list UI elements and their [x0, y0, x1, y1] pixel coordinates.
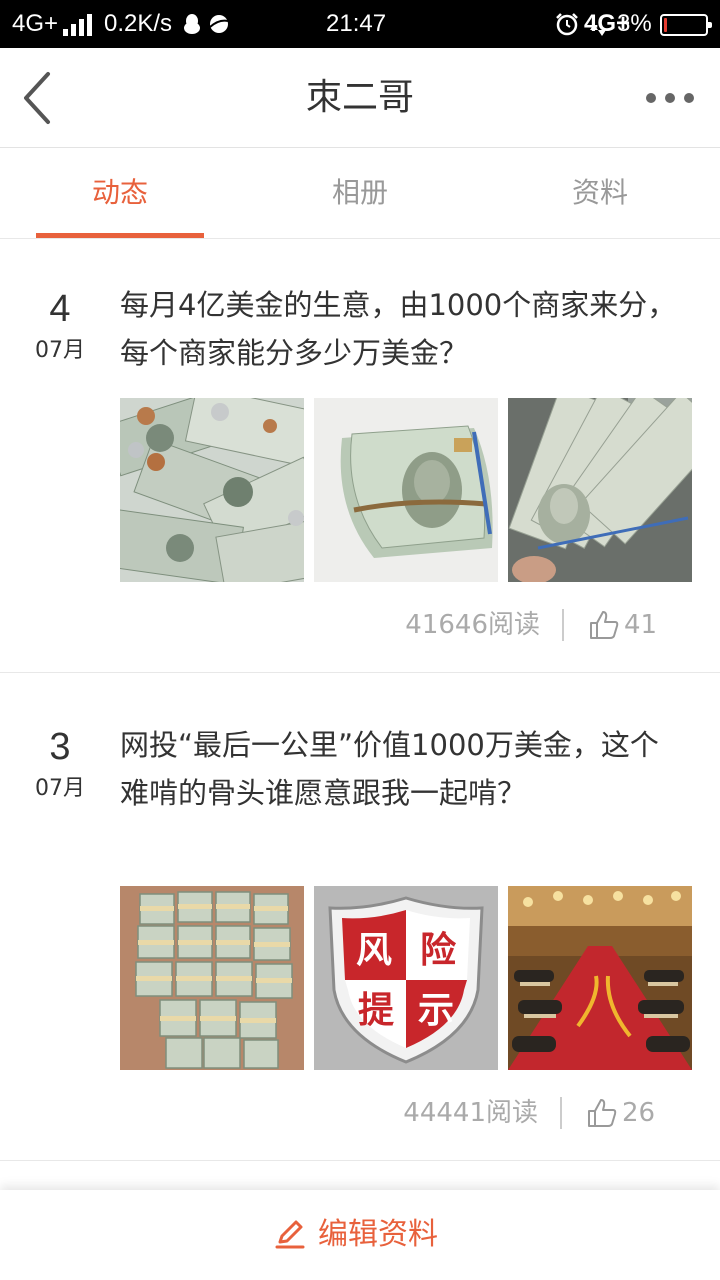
- money-pile-image[interactable]: [120, 398, 304, 582]
- back-arrow-icon[interactable]: [14, 66, 68, 130]
- risk-badge-char: 险: [420, 930, 457, 971]
- signal-icon: [63, 14, 93, 36]
- post-images: [120, 398, 694, 582]
- risk-warning-shield-image[interactable]: 风 险 提 示: [314, 886, 498, 1070]
- stats-divider: [562, 609, 564, 641]
- network-type: 4G+: [12, 10, 59, 37]
- clock: 21:47: [326, 10, 387, 37]
- post-title[interactable]: 网投“最后一公里”价值1000万美金，这个难啃的骨头谁愿意跟我一起啃？: [120, 721, 680, 817]
- page-title: 朿二哥: [305, 77, 414, 118]
- casino-floor-image[interactable]: [508, 886, 692, 1070]
- read-count: 44441阅读: [403, 1098, 538, 1128]
- tab-album[interactable]: 相册: [240, 148, 480, 238]
- post-day: 4: [49, 288, 71, 330]
- risk-badge-char: 示: [418, 990, 454, 1031]
- more-options-icon[interactable]: [640, 78, 700, 118]
- tab-profile[interactable]: 资料: [480, 148, 720, 238]
- network-speed: 0.2K/s: [104, 10, 173, 37]
- edit-profile-button[interactable]: 编辑资料: [260, 1212, 460, 1258]
- pencil-icon: [275, 1220, 305, 1249]
- rolled-100-dollar-bills-image[interactable]: [314, 398, 498, 582]
- stats-divider: [560, 1097, 562, 1129]
- bottom-bar: 编辑资料: [0, 1190, 720, 1280]
- post-month: 07月: [35, 338, 85, 363]
- risk-badge-char: 风: [356, 930, 392, 971]
- thumbs-up-icon[interactable]: [588, 609, 620, 641]
- post-stats: 41646阅读 41: [364, 605, 664, 645]
- battery-fill: [664, 18, 667, 32]
- data-arrows-icon: [590, 24, 606, 36]
- post-day: 3: [49, 726, 71, 768]
- post-title[interactable]: 每月4亿美金的生意，由1000个商家来分，每个商家能分多少万美金？: [120, 281, 680, 377]
- status-bar: 4G+ 0.2K/s 21:47 4G+ 3%: [0, 0, 720, 48]
- like-count: 26: [622, 1098, 656, 1128]
- post-stats: 44441阅读 26: [362, 1093, 662, 1133]
- tab-feed[interactable]: 动态: [0, 148, 240, 238]
- thumbs-up-icon[interactable]: [586, 1097, 618, 1129]
- header: 朿二哥: [0, 48, 720, 148]
- risk-badge-char: 提: [358, 990, 394, 1031]
- feed-post[interactable]: 4 07月 每月4亿美金的生意，由1000个商家来分，每个商家能分多少万美金？: [0, 239, 720, 673]
- battery-percent: 3%: [617, 10, 652, 37]
- fanned-100-dollar-bills-image[interactable]: [508, 398, 692, 582]
- battery-icon: [660, 14, 712, 36]
- post-images: 风 险 提 示: [120, 886, 694, 1070]
- tab-indicator: [36, 233, 204, 238]
- edit-profile-label: 编辑资料: [318, 1217, 438, 1252]
- qq-penguin-icon: [184, 14, 200, 34]
- feed-post[interactable]: 3 07月 网投“最后一公里”价值1000万美金，这个难啃的骨头谁愿意跟我一起啃…: [0, 673, 720, 1161]
- read-count: 41646阅读: [405, 610, 540, 640]
- stacked-cash-bundles-image[interactable]: [120, 886, 304, 1070]
- tab-bar: 动态 相册 资料: [0, 148, 720, 239]
- planet-icon: [209, 15, 229, 33]
- post-month: 07月: [35, 776, 85, 801]
- alarm-icon: [556, 13, 578, 36]
- like-count: 41: [624, 610, 658, 640]
